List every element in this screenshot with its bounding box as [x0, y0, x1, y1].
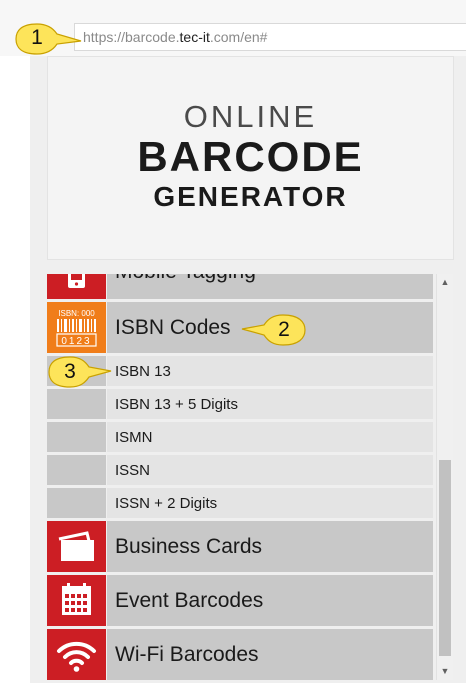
isbn-icon-digits: 0123 — [61, 336, 91, 347]
submenu-item-ismn[interactable]: ISMN — [47, 422, 433, 452]
menu-scrollbar[interactable]: ▲ ▼ — [436, 274, 453, 680]
url-host: tec-it — [179, 29, 210, 45]
wifi-icon — [47, 629, 106, 680]
callout-2: 2 — [240, 312, 308, 350]
calendar-icon — [47, 575, 106, 626]
menu-item-event-barcodes[interactable]: Event Barcodes — [47, 575, 433, 626]
submenu-label: ISSN + 2 Digits — [115, 495, 218, 512]
logo-line-generator: GENERATOR — [153, 181, 348, 212]
site-logo[interactable]: ONLINE BARCODE GENERATOR — [47, 56, 454, 260]
submenu-label: ISSN — [115, 462, 151, 479]
scrollbar-thumb[interactable] — [439, 460, 451, 656]
logo-line-barcode: BARCODE — [137, 133, 364, 180]
scroll-up-icon[interactable]: ▲ — [437, 274, 453, 291]
submenu-label: ISMN — [115, 429, 153, 446]
submenu-spacer — [47, 422, 106, 452]
submenu-spacer — [47, 488, 106, 518]
mobile-icon — [47, 274, 106, 299]
menu-item-business-cards[interactable]: Business Cards — [47, 521, 433, 572]
submenu-item-issn-2-digits[interactable]: ISSN + 2 Digits — [47, 488, 433, 518]
menu-label-isbn-codes: ISBN Codes — [115, 316, 231, 339]
callout-number: 3 — [64, 360, 76, 383]
scroll-down-icon[interactable]: ▼ — [437, 663, 453, 680]
url-suffix: .com/en# — [209, 29, 268, 45]
menu-item-wifi-barcodes[interactable]: Wi-Fi Barcodes — [47, 629, 433, 680]
address-bar[interactable]: https://barcode.tec-it.com/en# — [74, 23, 466, 51]
submenu-label: ISBN 13 + 5 Digits — [115, 396, 238, 413]
submenu-label: ISBN 13 — [115, 363, 171, 380]
menu-label-wifi-barcodes: Wi-Fi Barcodes — [115, 643, 259, 666]
callout-3: 3 — [47, 354, 113, 392]
callout-number: 1 — [31, 26, 43, 49]
submenu-spacer — [47, 389, 106, 419]
menu-label-event-barcodes: Event Barcodes — [115, 589, 264, 612]
menu-label-business-cards: Business Cards — [115, 535, 263, 558]
submenu-spacer — [47, 455, 106, 485]
isbn-icon-text: ISBN: 000 — [58, 309, 95, 318]
url-prefix: https://barcode. — [83, 29, 180, 45]
menu-label-mobile-tagging: Mobile Tagging — [115, 274, 256, 284]
isbn-barcode-icon: ISBN: 000 0123 — [47, 302, 106, 353]
business-card-icon — [47, 521, 106, 572]
callout-1: 1 — [13, 21, 83, 59]
menu-item-mobile-tagging[interactable]: Mobile Tagging — [47, 274, 433, 299]
submenu-item-issn[interactable]: ISSN — [47, 455, 433, 485]
logo-line-online: ONLINE — [183, 99, 318, 134]
callout-number: 2 — [278, 318, 290, 341]
submenu-item-isbn-13-5-digits[interactable]: ISBN 13 + 5 Digits — [47, 389, 433, 419]
